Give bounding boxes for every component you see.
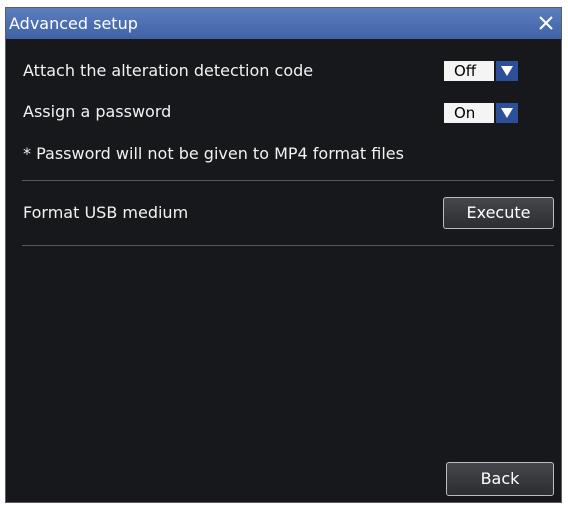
dialog-title: Advanced setup xyxy=(9,14,138,33)
triangle-down-icon xyxy=(501,66,513,76)
alteration-code-value: Off xyxy=(444,61,494,81)
password-dropdown-arrow[interactable] xyxy=(496,103,518,123)
close-button[interactable] xyxy=(535,12,557,34)
divider-2 xyxy=(22,245,554,246)
alteration-code-label: Attach the alteration detection code xyxy=(23,61,314,80)
password-label: Assign a password xyxy=(23,102,172,121)
alteration-code-dropdown-arrow[interactable] xyxy=(496,61,518,81)
advanced-setup-dialog: Advanced setup Attach the alteration det… xyxy=(5,7,562,503)
password-note: * Password will not be given to MP4 form… xyxy=(23,144,404,163)
password-value: On xyxy=(444,103,494,123)
password-select[interactable]: On xyxy=(444,103,518,123)
execute-button[interactable]: Execute xyxy=(443,197,554,229)
alteration-code-select[interactable]: Off xyxy=(444,61,518,81)
close-icon xyxy=(539,16,553,30)
triangle-down-icon xyxy=(501,108,513,118)
title-bar: Advanced setup xyxy=(6,8,561,39)
back-button[interactable]: Back xyxy=(446,462,554,496)
divider-1 xyxy=(22,180,554,181)
format-usb-label: Format USB medium xyxy=(23,203,189,222)
